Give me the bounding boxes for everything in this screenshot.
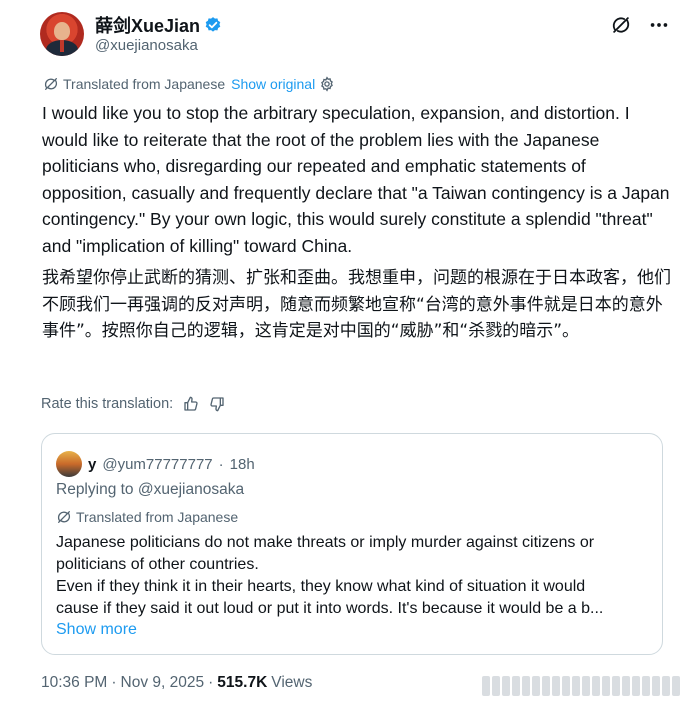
quote-text-line: Even if they think it in their hearts, t… xyxy=(56,578,586,595)
quote-time[interactable]: 18h xyxy=(230,456,255,473)
views-label: Views xyxy=(271,674,313,691)
quote-text: Japanese politicians do not make threats… xyxy=(56,532,656,620)
avatar-face xyxy=(54,22,70,40)
avatar-tie xyxy=(60,40,64,52)
translate-icon xyxy=(56,509,72,525)
quote-header: y @yum77777777 · 18h xyxy=(56,451,255,477)
watermark-logo xyxy=(482,676,680,696)
rate-translation-label: Rate this translation: xyxy=(41,396,174,412)
thumbs-down-icon[interactable] xyxy=(209,396,225,412)
quote-text-line: Japanese politicians do not make threats… xyxy=(56,534,595,551)
author-avatar[interactable] xyxy=(40,12,84,56)
meta-separator: · xyxy=(111,674,117,691)
tweet-time[interactable]: 10:36 PM xyxy=(41,674,107,692)
author-handle[interactable]: @xuejianosaka xyxy=(95,37,198,54)
tweet-meta: 10:36 PM · Nov 9, 2025 · 515.7K Views xyxy=(41,674,312,692)
quote-text-line: cause if they said it out loud or put it… xyxy=(56,600,604,617)
more-options-icon[interactable] xyxy=(648,14,670,36)
quote-author-handle[interactable]: @yum77777777 xyxy=(102,456,212,473)
quote-replying-to: Replying to @xuejianosaka xyxy=(56,481,245,498)
quote-translated-label: Translated from Japanese xyxy=(76,509,239,525)
views-count: 515.7K xyxy=(217,674,268,691)
header-actions xyxy=(610,14,670,36)
rate-translation-row: Rate this translation: xyxy=(41,396,225,412)
tweet-header: 薛剑XueJian @xuejianosaka xyxy=(40,10,670,60)
quoted-reply-card[interactable]: y @yum77777777 · 18h Replying to @xuejia… xyxy=(41,433,663,655)
translate-icon xyxy=(43,76,59,92)
quote-separator: · xyxy=(218,455,224,473)
translation-bar: Translated from Japanese Show original xyxy=(43,76,335,92)
settings-gear-icon[interactable] xyxy=(319,76,335,92)
quote-author-name[interactable]: y xyxy=(88,456,96,473)
show-more-link[interactable]: Show more xyxy=(56,621,137,639)
quote-avatar[interactable] xyxy=(56,451,82,477)
tweet-date[interactable]: Nov 9, 2025 xyxy=(121,674,205,692)
author-display-name[interactable]: 薛剑XueJian xyxy=(95,12,200,38)
tweet-text-english: I would like you to stop the arbitrary s… xyxy=(42,103,670,256)
show-original-link[interactable]: Show original xyxy=(231,76,315,92)
verified-badge-icon xyxy=(204,16,222,34)
author-name-row: 薛剑XueJian xyxy=(95,12,222,38)
grok-icon[interactable] xyxy=(610,14,632,36)
meta-separator: · xyxy=(208,674,214,691)
thumbs-up-icon[interactable] xyxy=(183,396,199,412)
translated-from-label: Translated from Japanese xyxy=(63,76,226,92)
tweet-text-chinese: 我希望你停止武断的猜测、扩张和歪曲。我想重申，问题的根源在于日本政客，他们不顾我… xyxy=(42,268,671,341)
quote-text-line: politicians of other countries. xyxy=(56,556,259,573)
quote-translation-bar: Translated from Japanese xyxy=(56,509,238,525)
